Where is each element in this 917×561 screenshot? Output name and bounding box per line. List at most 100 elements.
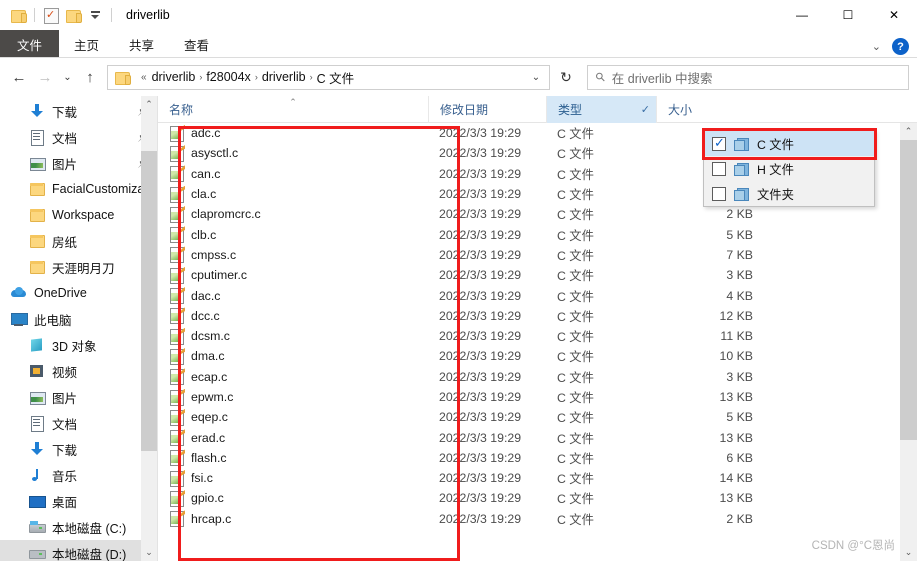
sidebar-scroll-thumb[interactable]: [141, 151, 157, 451]
breadcrumb-item-0[interactable]: driverlib: [152, 70, 196, 84]
up-button[interactable]: ↑: [77, 64, 103, 90]
close-button[interactable]: ✕: [871, 0, 917, 30]
column-header-size[interactable]: 大小: [656, 95, 766, 123]
sidebar-item-13[interactable]: 下载: [0, 436, 157, 462]
window-controls: — ☐ ✕: [779, 0, 917, 30]
maximize-button[interactable]: ☐: [825, 0, 871, 30]
sidebar-item-5[interactable]: 房纸: [0, 228, 157, 254]
table-row[interactable]: eqep.c 2022/3/3 19:29 C 文件 5 KB: [158, 407, 900, 427]
filter-option-label: H 文件: [757, 162, 794, 177]
table-row[interactable]: erad.c 2022/3/3 19:29 C 文件 13 KB: [158, 427, 900, 447]
scroll-down-icon[interactable]: ⌄: [141, 544, 157, 561]
tab-view[interactable]: 查看: [169, 30, 224, 58]
checkbox[interactable]: [712, 161, 726, 176]
table-row[interactable]: epwm.c 2022/3/3 19:29 C 文件 13 KB: [158, 387, 900, 407]
table-row[interactable]: dac.c 2022/3/3 19:29 C 文件 4 KB: [158, 285, 900, 305]
sidebar-scrollbar[interactable]: ⌃ ⌄: [141, 96, 157, 561]
column-header-type[interactable]: 类型 ✓: [546, 95, 656, 123]
column-header-name[interactable]: ⌃ 名称: [158, 96, 428, 123]
tab-file[interactable]: 文件: [0, 30, 60, 58]
sidebar-item-7[interactable]: OneDrive: [0, 280, 157, 306]
filter-option-1[interactable]: H 文件: [704, 156, 874, 181]
checkbox[interactable]: [712, 186, 726, 201]
table-row[interactable]: cmpss.c 2022/3/3 19:29 C 文件 7 KB: [158, 245, 900, 265]
sidebar-item-0[interactable]: 下载📌: [0, 98, 157, 124]
table-row[interactable]: dma.c 2022/3/3 19:29 C 文件 10 KB: [158, 346, 900, 366]
table-row[interactable]: hrcap.c 2022/3/3 19:29 C 文件 2 KB: [158, 509, 900, 529]
sidebar-item-8[interactable]: 此电脑: [0, 306, 157, 332]
file-scroll-thumb[interactable]: [900, 140, 917, 440]
sidebar-item-12[interactable]: 文档: [0, 410, 157, 436]
help-icon[interactable]: ?: [892, 38, 909, 55]
qat-customize-button[interactable]: [84, 4, 106, 26]
qat-new-folder-button[interactable]: [62, 4, 84, 26]
sidebar-item-17[interactable]: 本地磁盘 (D:): [0, 540, 157, 561]
sidebar-item-2[interactable]: 图片📌: [0, 150, 157, 176]
sidebar-item-label: 桌面: [52, 495, 78, 510]
sidebar-item-11[interactable]: 图片: [0, 384, 157, 410]
table-row[interactable]: flash.c 2022/3/3 19:29 C 文件 6 KB: [158, 448, 900, 468]
table-row[interactable]: clb.c 2022/3/3 19:29 C 文件 5 KB: [158, 224, 900, 244]
file-name-cell: cmpss.c: [158, 246, 428, 264]
table-row[interactable]: dcc.c 2022/3/3 19:29 C 文件 12 KB: [158, 306, 900, 326]
file-list-scrollbar[interactable]: ⌃ ⌄: [900, 123, 917, 561]
table-row[interactable]: gpio.c 2022/3/3 19:29 C 文件 13 KB: [158, 488, 900, 508]
file-name-label: dcsm.c: [191, 329, 230, 344]
minimize-button[interactable]: —: [779, 0, 825, 30]
chevron-right-icon[interactable]: ›: [310, 72, 313, 82]
file-date-cell: 2022/3/3 19:29: [439, 247, 522, 262]
tab-home[interactable]: 主页: [59, 30, 114, 58]
scroll-up-icon[interactable]: ⌃: [141, 96, 157, 113]
column-header-date[interactable]: 修改日期: [428, 95, 546, 123]
table-row[interactable]: clapromcrc.c 2022/3/3 19:29 C 文件 2 KB: [158, 204, 900, 224]
sidebar-item-6[interactable]: 天涯明月刀: [0, 254, 157, 280]
refresh-button[interactable]: ↻: [550, 65, 582, 90]
sidebar-item-9[interactable]: 3D 对象: [0, 332, 157, 358]
breadcrumb-item-2[interactable]: driverlib: [262, 70, 306, 84]
table-row[interactable]: cputimer.c 2022/3/3 19:29 C 文件 3 KB: [158, 265, 900, 285]
sidebar-item-10[interactable]: 视频: [0, 358, 157, 384]
file-date-cell: 2022/3/3 19:29: [439, 268, 522, 283]
back-button[interactable]: ←: [6, 64, 32, 90]
scroll-up-icon[interactable]: ⌃: [900, 123, 917, 140]
sidebar-item-label: 音乐: [52, 469, 78, 484]
forward-button[interactable]: →: [32, 64, 58, 90]
filter-option-0[interactable]: C 文件: [704, 131, 874, 156]
scroll-down-icon[interactable]: ⌄: [900, 544, 917, 561]
qat-separator-1: [34, 8, 35, 22]
chevron-right-icon[interactable]: ›: [255, 72, 258, 82]
breadcrumb-overflow[interactable]: «: [141, 72, 147, 83]
sidebar-item-16[interactable]: 本地磁盘 (C:): [0, 514, 157, 540]
chevron-down-icon[interactable]: ⌄: [872, 40, 881, 53]
file-explorer-window: ✓ driverlib — ☐ ✕ 文件 主页 共享 查看 ⌄ ? ← → ⌄ …: [0, 0, 917, 561]
sidebar-item-3[interactable]: FacialCustomizatio: [0, 176, 157, 202]
breadcrumb-item-1[interactable]: f28004x: [206, 70, 250, 84]
file-date-cell: 2022/3/3 19:29: [439, 349, 522, 364]
breadcrumb-item-3[interactable]: C 文件: [317, 68, 355, 87]
sidebar-item-14[interactable]: 音乐: [0, 462, 157, 488]
search-input[interactable]: 在 driverlib 中搜索: [612, 68, 713, 87]
qat-folder-button[interactable]: [7, 4, 29, 26]
type-filter-dropdown[interactable]: C 文件 H 文件文件夹: [703, 130, 875, 207]
sidebar-item-15[interactable]: 桌面: [0, 488, 157, 514]
search-icon: ⚲: [592, 68, 609, 86]
table-row[interactable]: dcsm.c 2022/3/3 19:29 C 文件 11 KB: [158, 326, 900, 346]
file-name-label: adc.c: [191, 126, 221, 141]
address-dropdown-icon[interactable]: ⌄: [526, 72, 546, 83]
search-box[interactable]: ⚲ 在 driverlib 中搜索: [587, 64, 909, 90]
tab-share[interactable]: 共享: [114, 30, 169, 58]
qat-properties-button[interactable]: ✓: [40, 4, 62, 26]
chevron-right-icon[interactable]: ›: [199, 72, 202, 82]
sidebar-item-1[interactable]: 文档📌: [0, 124, 157, 150]
recent-locations-button[interactable]: ⌄: [58, 64, 77, 90]
checkbox[interactable]: [712, 135, 726, 151]
c-file-icon: [169, 368, 185, 386]
table-row[interactable]: ecap.c 2022/3/3 19:29 C 文件 3 KB: [158, 367, 900, 387]
c-file-icon: [169, 246, 185, 264]
table-row[interactable]: fsi.c 2022/3/3 19:29 C 文件 14 KB: [158, 468, 900, 488]
filter-option-2[interactable]: 文件夹: [704, 181, 874, 206]
file-type-cell: C 文件: [557, 330, 594, 345]
breadcrumb-bar[interactable]: « driverlib › f28004x › driverlib › C 文件…: [107, 64, 550, 90]
sidebar-item-4[interactable]: Workspace: [0, 202, 157, 228]
file-date-cell: 2022/3/3 19:29: [439, 207, 522, 222]
